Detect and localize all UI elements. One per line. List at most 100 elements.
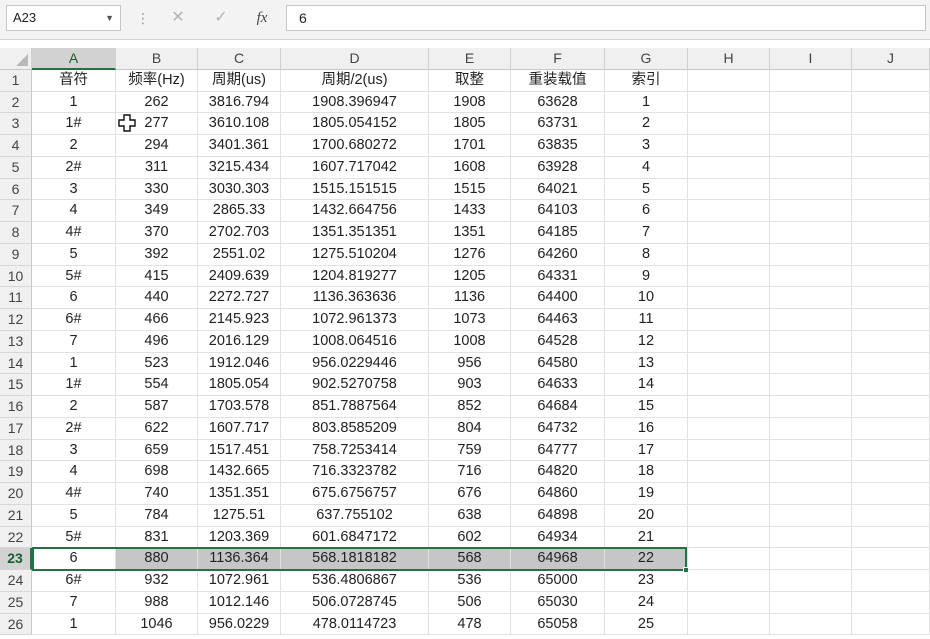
cell-c26[interactable]: 956.0229 bbox=[198, 613, 281, 636]
cell-a4[interactable]: 2 bbox=[32, 135, 116, 157]
cell-d5[interactable]: 1607.717042 bbox=[281, 156, 429, 179]
row-header[interactable]: 11 bbox=[0, 287, 32, 309]
cell-e16[interactable]: 852 bbox=[429, 396, 511, 418]
cell-h19[interactable] bbox=[688, 461, 770, 483]
row-header[interactable]: 23 bbox=[0, 548, 32, 570]
cell-f21[interactable]: 64898 bbox=[511, 504, 605, 527]
cell-f1[interactable]: 重装载值 bbox=[511, 69, 605, 92]
cell-c21[interactable]: 1275.51 bbox=[198, 504, 281, 527]
cell-e21[interactable]: 638 bbox=[429, 504, 511, 527]
cell-j20[interactable] bbox=[852, 483, 930, 505]
cell-f22[interactable]: 64934 bbox=[511, 526, 605, 549]
column-header-g[interactable]: G bbox=[605, 48, 688, 70]
cell-i16[interactable] bbox=[770, 396, 852, 418]
cell-i26[interactable] bbox=[770, 613, 852, 636]
cell-a10[interactable]: 5# bbox=[32, 265, 116, 288]
cell-h16[interactable] bbox=[688, 396, 770, 418]
cell-d14[interactable]: 956.0229446 bbox=[281, 352, 429, 375]
cell-j13[interactable] bbox=[852, 330, 930, 353]
cell-d20[interactable]: 675.6756757 bbox=[281, 483, 429, 505]
row-header[interactable]: 24 bbox=[0, 570, 32, 592]
row-header[interactable]: 19 bbox=[0, 461, 32, 483]
cell-e25[interactable]: 506 bbox=[429, 591, 511, 614]
cell-i7[interactable] bbox=[770, 200, 852, 222]
cell-b15[interactable]: 554 bbox=[116, 374, 198, 396]
cell-f19[interactable]: 64820 bbox=[511, 461, 605, 483]
cell-d16[interactable]: 851.7887564 bbox=[281, 396, 429, 418]
row-header[interactable]: 14 bbox=[0, 352, 32, 375]
cell-j17[interactable] bbox=[852, 417, 930, 440]
cell-i11[interactable] bbox=[770, 287, 852, 309]
cell-j6[interactable] bbox=[852, 178, 930, 201]
cell-f25[interactable]: 65030 bbox=[511, 591, 605, 614]
cell-f17[interactable]: 64732 bbox=[511, 417, 605, 440]
column-header-a[interactable]: A bbox=[32, 48, 116, 70]
cell-f13[interactable]: 64528 bbox=[511, 330, 605, 353]
cell-f24[interactable]: 65000 bbox=[511, 570, 605, 592]
cell-b18[interactable]: 659 bbox=[116, 439, 198, 462]
cell-i4[interactable] bbox=[770, 135, 852, 157]
cell-d19[interactable]: 716.3323782 bbox=[281, 461, 429, 483]
cell-c10[interactable]: 2409.639 bbox=[198, 265, 281, 288]
cell-h11[interactable] bbox=[688, 287, 770, 309]
cell-h14[interactable] bbox=[688, 352, 770, 375]
cell-c20[interactable]: 1351.351 bbox=[198, 483, 281, 505]
cell-h8[interactable] bbox=[688, 222, 770, 244]
cell-c15[interactable]: 1805.054 bbox=[198, 374, 281, 396]
cell-a24[interactable]: 6# bbox=[32, 570, 116, 592]
cell-j9[interactable] bbox=[852, 243, 930, 266]
cell-j7[interactable] bbox=[852, 200, 930, 222]
cell-g26[interactable]: 25 bbox=[605, 613, 688, 636]
cell-i9[interactable] bbox=[770, 243, 852, 266]
select-all-button[interactable] bbox=[0, 48, 32, 70]
cell-j15[interactable] bbox=[852, 374, 930, 396]
more-options-icon[interactable]: ⋮ bbox=[136, 10, 150, 26]
cell-c9[interactable]: 2551.02 bbox=[198, 243, 281, 266]
cell-a22[interactable]: 5# bbox=[32, 526, 116, 549]
row-header[interactable]: 1 bbox=[0, 69, 32, 92]
cell-j24[interactable] bbox=[852, 570, 930, 592]
cell-h6[interactable] bbox=[688, 178, 770, 201]
cell-j12[interactable] bbox=[852, 309, 930, 331]
cell-h23[interactable] bbox=[688, 548, 770, 570]
cell-e12[interactable]: 1073 bbox=[429, 309, 511, 331]
cell-g10[interactable]: 9 bbox=[605, 265, 688, 288]
cell-g8[interactable]: 7 bbox=[605, 222, 688, 244]
cell-d25[interactable]: 506.0728745 bbox=[281, 591, 429, 614]
cell-h15[interactable] bbox=[688, 374, 770, 396]
cell-d13[interactable]: 1008.064516 bbox=[281, 330, 429, 353]
cell-b21[interactable]: 784 bbox=[116, 504, 198, 527]
cell-a18[interactable]: 3 bbox=[32, 439, 116, 462]
cell-j10[interactable] bbox=[852, 265, 930, 288]
cell-a21[interactable]: 5 bbox=[32, 504, 116, 527]
cell-c6[interactable]: 3030.303 bbox=[198, 178, 281, 201]
cell-g19[interactable]: 18 bbox=[605, 461, 688, 483]
cell-c18[interactable]: 1517.451 bbox=[198, 439, 281, 462]
cell-e20[interactable]: 676 bbox=[429, 483, 511, 505]
cell-f6[interactable]: 64021 bbox=[511, 178, 605, 201]
cell-g16[interactable]: 15 bbox=[605, 396, 688, 418]
cell-f23[interactable]: 64968 bbox=[511, 548, 605, 570]
cell-f12[interactable]: 64463 bbox=[511, 309, 605, 331]
cell-b1[interactable]: 频率(Hz) bbox=[116, 69, 198, 92]
cell-g15[interactable]: 14 bbox=[605, 374, 688, 396]
cell-h7[interactable] bbox=[688, 200, 770, 222]
cell-b23[interactable]: 880 bbox=[116, 548, 198, 570]
cell-e14[interactable]: 956 bbox=[429, 352, 511, 375]
cell-c13[interactable]: 2016.129 bbox=[198, 330, 281, 353]
cell-c8[interactable]: 2702.703 bbox=[198, 222, 281, 244]
column-header-h[interactable]: H bbox=[688, 48, 770, 70]
cell-d4[interactable]: 1700.680272 bbox=[281, 135, 429, 157]
cell-h3[interactable] bbox=[688, 113, 770, 135]
cell-a19[interactable]: 4 bbox=[32, 461, 116, 483]
cell-e8[interactable]: 1351 bbox=[429, 222, 511, 244]
cell-e4[interactable]: 1701 bbox=[429, 135, 511, 157]
cell-j19[interactable] bbox=[852, 461, 930, 483]
cell-i25[interactable] bbox=[770, 591, 852, 614]
cell-d8[interactable]: 1351.351351 bbox=[281, 222, 429, 244]
cell-b11[interactable]: 440 bbox=[116, 287, 198, 309]
cell-h17[interactable] bbox=[688, 417, 770, 440]
cell-h20[interactable] bbox=[688, 483, 770, 505]
cell-a7[interactable]: 4 bbox=[32, 200, 116, 222]
cell-g18[interactable]: 17 bbox=[605, 439, 688, 462]
